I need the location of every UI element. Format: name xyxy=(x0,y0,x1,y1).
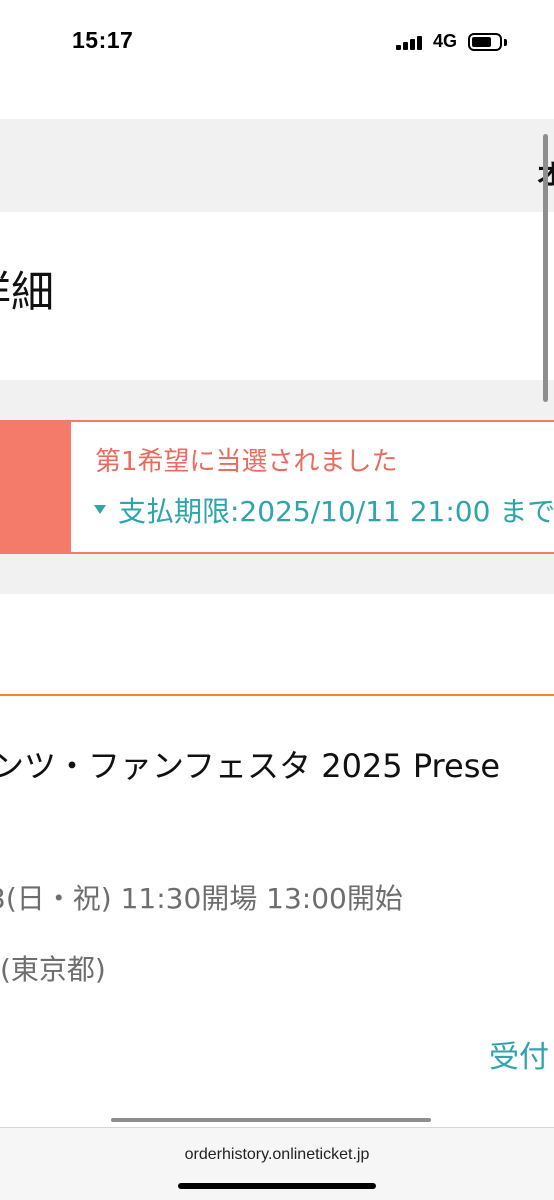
page-title: 詳細 xyxy=(0,268,54,318)
app-screen: 15:17 4G オ 詳細 第1希望に当選されました 支払期限:2025/10/… xyxy=(0,0,554,1200)
lottery-result-box xyxy=(69,420,554,554)
event-title: ンツ・ファンフェスタ 2025 Prese xyxy=(0,747,501,785)
vertical-scrollbar[interactable] xyxy=(543,134,548,402)
receipt-link[interactable]: 受付 xyxy=(489,1043,549,1073)
event-venue: (東京都) xyxy=(0,953,106,986)
header-bar xyxy=(0,119,554,212)
signal-icon xyxy=(396,35,424,50)
horizontal-scroll-indicator[interactable] xyxy=(111,1118,431,1122)
lottery-result-message: 第1希望に当選されました xyxy=(95,447,398,477)
event-datetime: 3(日・祝) 11:30開場 13:00開始 xyxy=(0,882,403,915)
triangle-down-icon[interactable] xyxy=(94,505,106,514)
url-text[interactable]: orderhistory.onlineticket.jp xyxy=(0,1146,554,1164)
section-divider xyxy=(0,694,554,696)
result-accent-stripe xyxy=(0,420,70,554)
status-bar: 15:17 4G xyxy=(0,0,554,84)
payment-deadline-link[interactable]: 支払期限:2025/10/11 21:00 まで xyxy=(118,498,554,526)
home-indicator[interactable] xyxy=(178,1183,376,1189)
status-time: 15:17 xyxy=(72,27,134,53)
network-type: 4G xyxy=(433,31,458,51)
battery-icon xyxy=(468,33,510,53)
